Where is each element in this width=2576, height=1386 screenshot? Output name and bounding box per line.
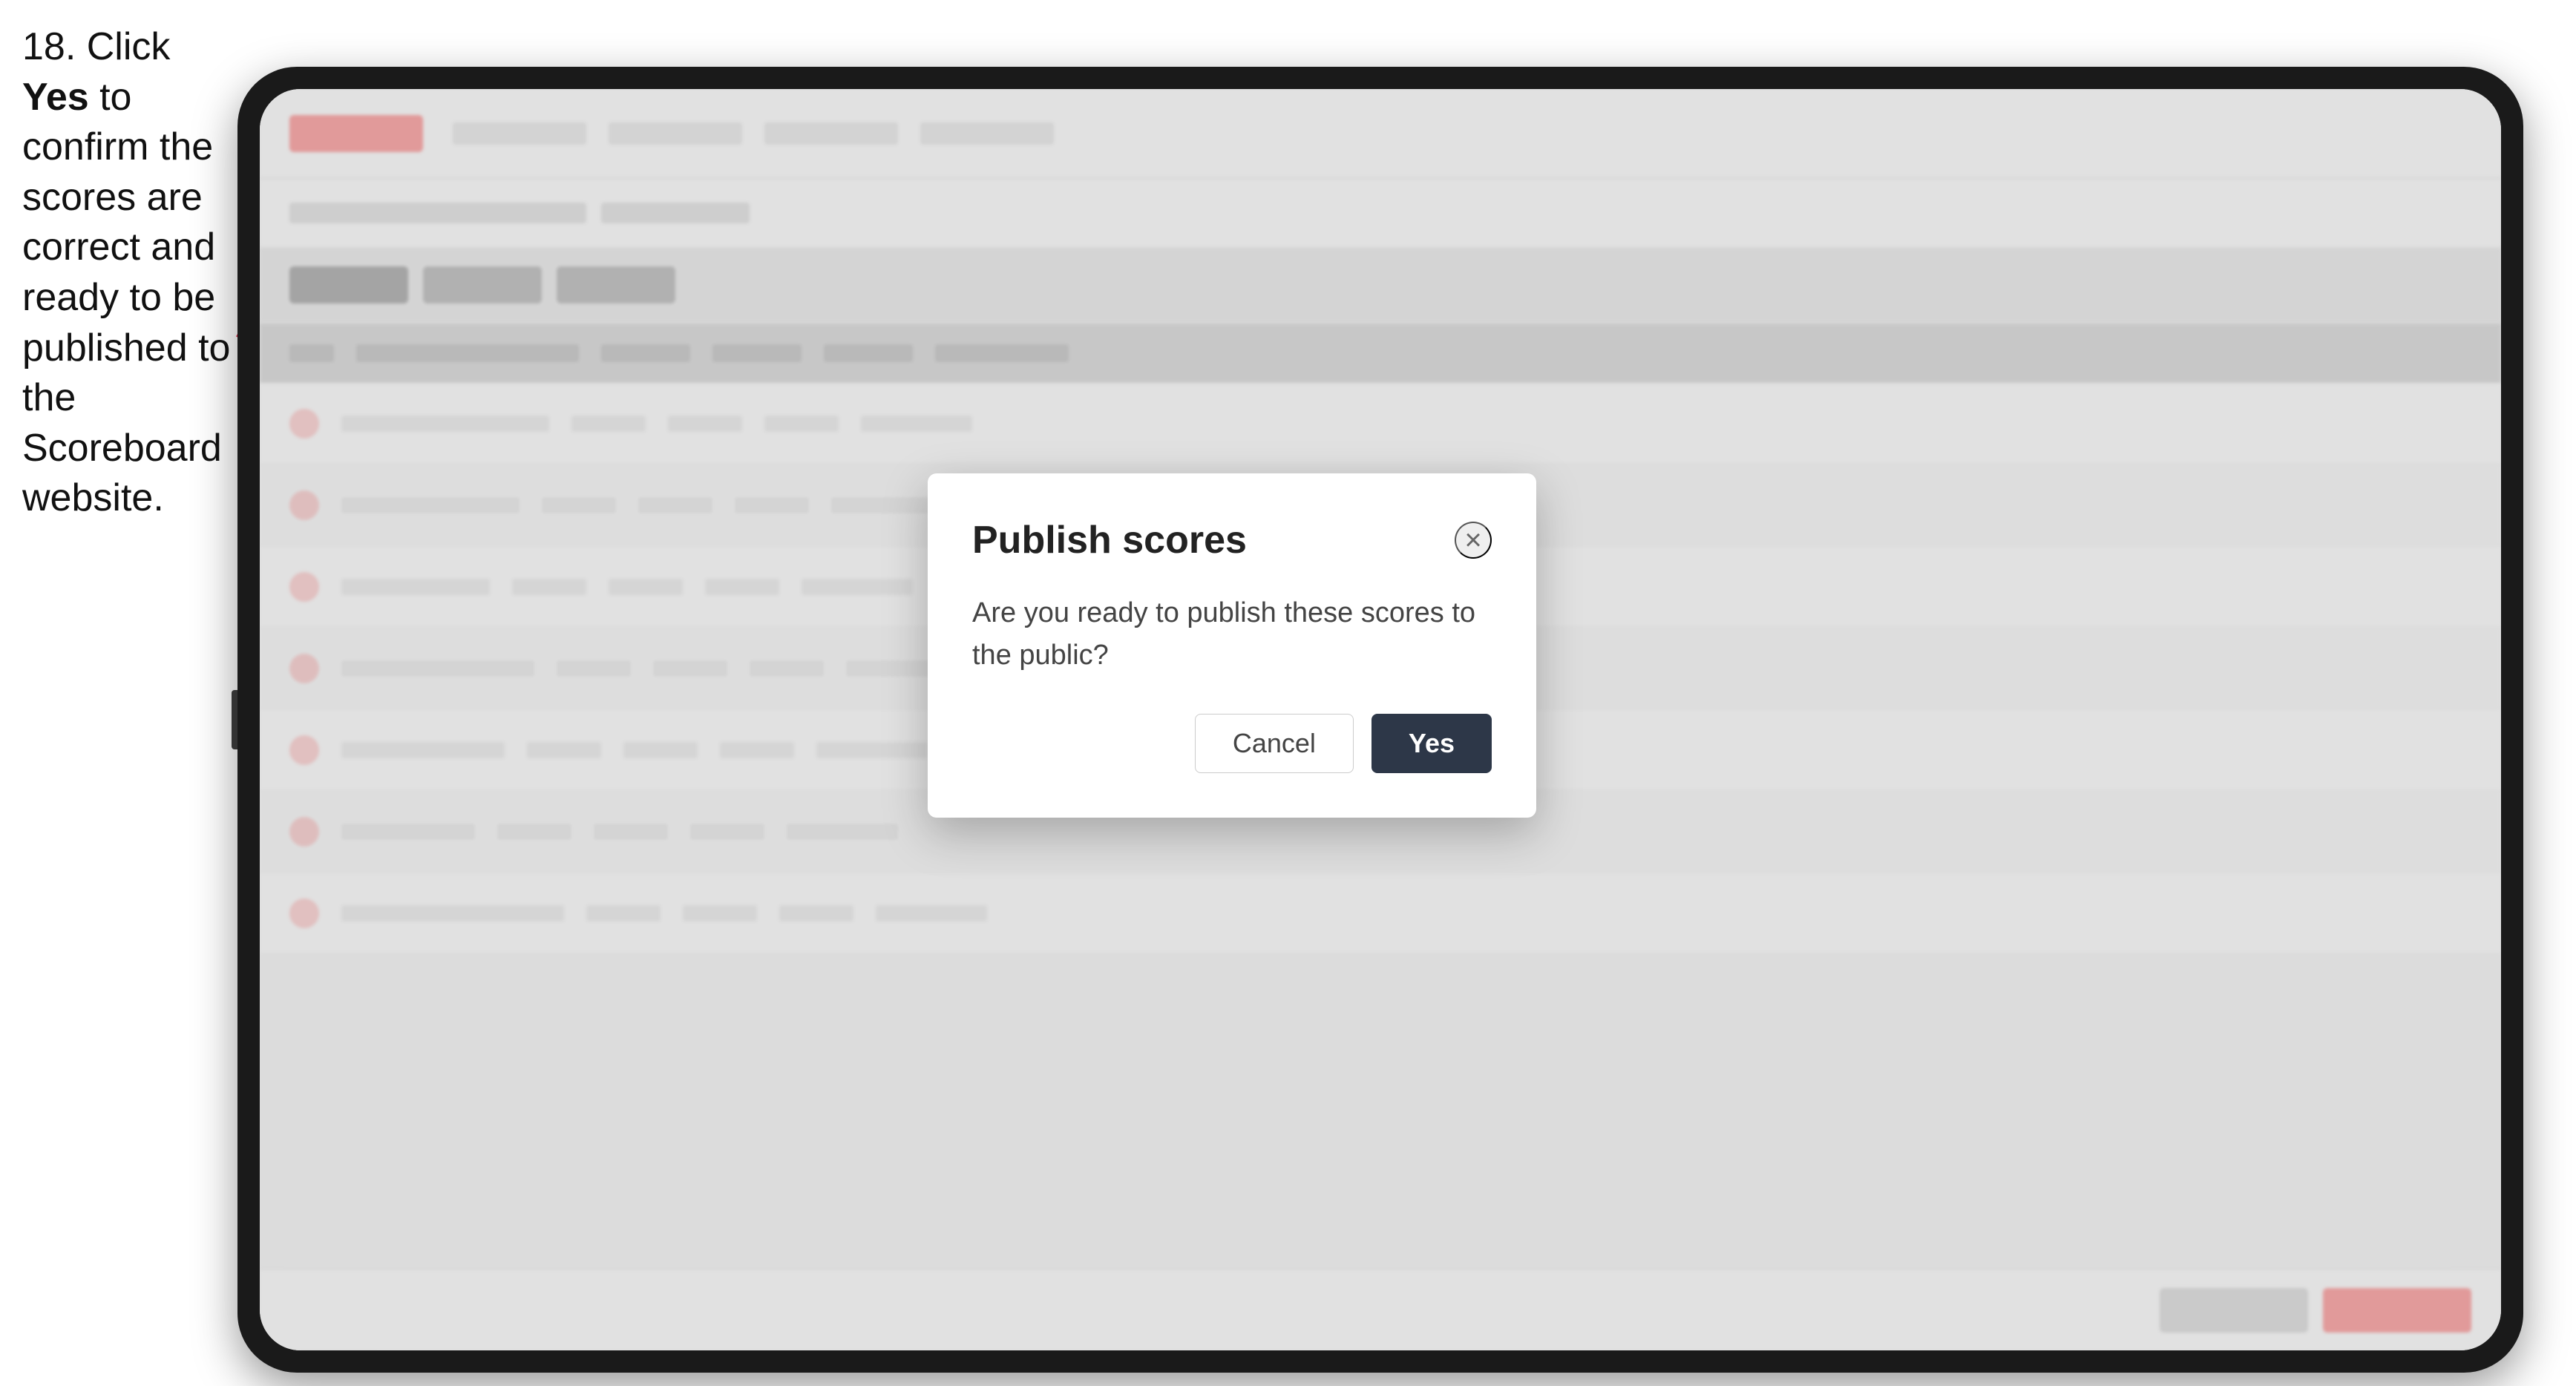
instruction-text: 18. Click Yes to confirm the scores are … <box>22 22 237 524</box>
tablet-power-button <box>232 690 237 749</box>
modal-overlay: Publish scores × Are you ready to publis… <box>260 89 2501 1350</box>
modal-title: Publish scores <box>972 518 1247 562</box>
yes-emphasis: Yes <box>22 76 89 119</box>
publish-scores-dialog: Publish scores × Are you ready to publis… <box>928 473 1536 818</box>
screen-content: Publish scores × Are you ready to publis… <box>260 89 2501 1350</box>
yes-button[interactable]: Yes <box>1371 714 1492 773</box>
modal-header: Publish scores × <box>972 518 1492 562</box>
cancel-button[interactable]: Cancel <box>1195 714 1354 773</box>
step-number: 18. Click <box>22 25 170 68</box>
modal-footer: Cancel Yes <box>972 714 1492 773</box>
modal-close-button[interactable]: × <box>1455 522 1492 559</box>
modal-body: Are you ready to publish these scores to… <box>972 592 1492 677</box>
tablet-device: Publish scores × Are you ready to publis… <box>237 67 2523 1373</box>
tablet-screen: Publish scores × Are you ready to publis… <box>260 89 2501 1350</box>
modal-message: Are you ready to publish these scores to… <box>972 592 1492 677</box>
instruction-body: to confirm the scores are correct and re… <box>22 76 230 520</box>
